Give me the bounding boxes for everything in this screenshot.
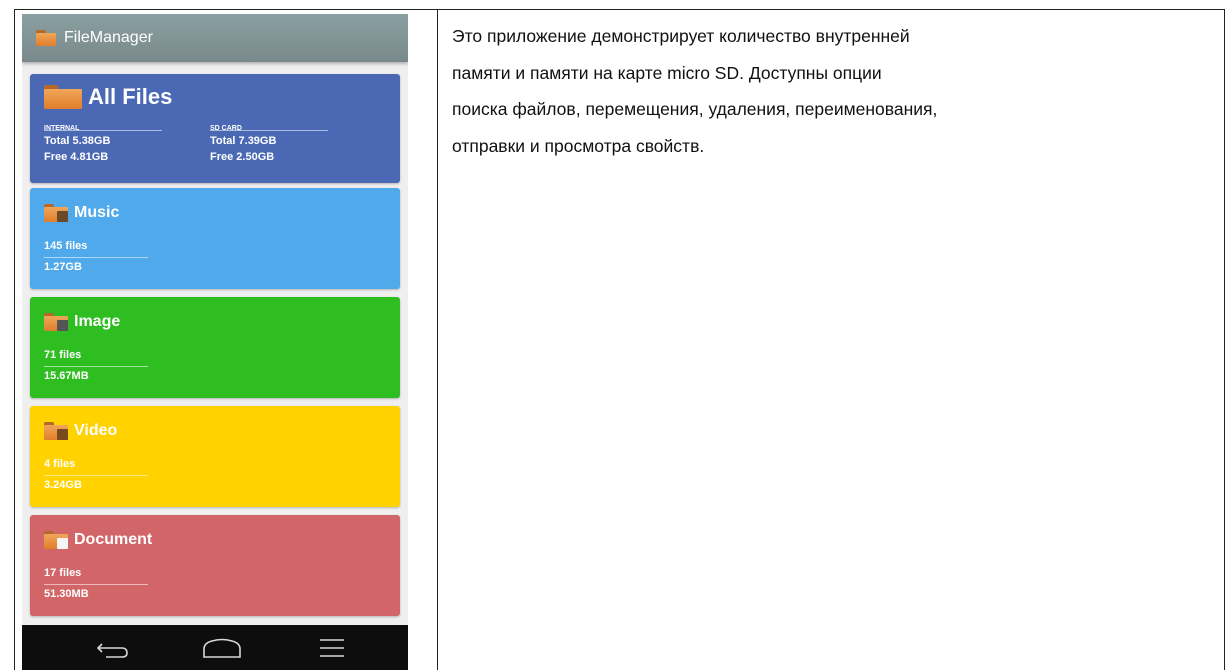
video-folder-icon [44,422,68,440]
music-size: 1.27GB [44,261,82,273]
internal-total: Total 5.38GB [44,135,111,147]
description-line: памяти и памяти на карте micro SD. Досту… [452,62,882,83]
sd-card-divider [210,130,328,131]
music-count: 145 files [44,240,88,252]
description-text: Это приложение демонстрирует количество … [452,18,1212,164]
internal-label: INTERNAL [44,125,80,132]
all-files-card[interactable]: All Files INTERNAL Total 5.38GB Free 4.8… [30,74,400,183]
video-count: 4 files [44,458,76,470]
image-count: 71 files [44,349,82,361]
document-folder-icon [44,531,68,549]
phone-screenshot: FileManager All Files INTERNAL Total 5.3… [22,14,408,670]
music-title: Music [74,204,120,221]
image-folder-icon [44,313,68,331]
app-title: FileManager [64,29,153,46]
all-files-title: All Files [88,84,173,109]
back-icon[interactable] [94,637,134,659]
video-card[interactable]: Video 4 files 3.24GB [30,406,400,507]
sd-card-label: SD CARD [210,125,242,132]
app-bar: FileManager [22,14,408,62]
description-line: Это приложение демонстрирует количество … [452,26,910,46]
music-divider [44,257,148,258]
sd-card-free: Free 2.50GB [210,151,275,163]
music-card[interactable]: Music 145 files 1.27GB [30,188,400,289]
document-card[interactable]: Document 17 files 51.30MB [30,515,400,616]
home-icon[interactable] [202,637,242,659]
internal-divider [44,130,162,131]
description-line: поиска файлов, перемещения, удаления, пе… [452,99,938,119]
video-title: Video [74,422,118,439]
image-size: 15.67MB [44,370,89,382]
video-size: 3.24GB [44,479,82,491]
document-divider [44,584,148,585]
sd-card-total: Total 7.39GB [210,135,277,147]
all-files-folder-icon [44,85,82,109]
video-divider [44,475,148,476]
image-divider [44,366,148,367]
music-folder-icon [44,204,68,222]
image-title: Image [74,313,121,330]
app-folder-icon [36,30,56,46]
document-size: 51.30MB [44,588,89,600]
document-count: 17 files [44,567,82,579]
description-line: отправки и просмотра свойств. [452,135,705,156]
internal-free: Free 4.81GB [44,151,109,163]
image-card[interactable]: Image 71 files 15.67MB [30,297,400,398]
document-title: Document [74,531,153,548]
table-divider [437,9,438,670]
navigation-bar [22,625,408,670]
menu-icon[interactable] [314,637,354,659]
